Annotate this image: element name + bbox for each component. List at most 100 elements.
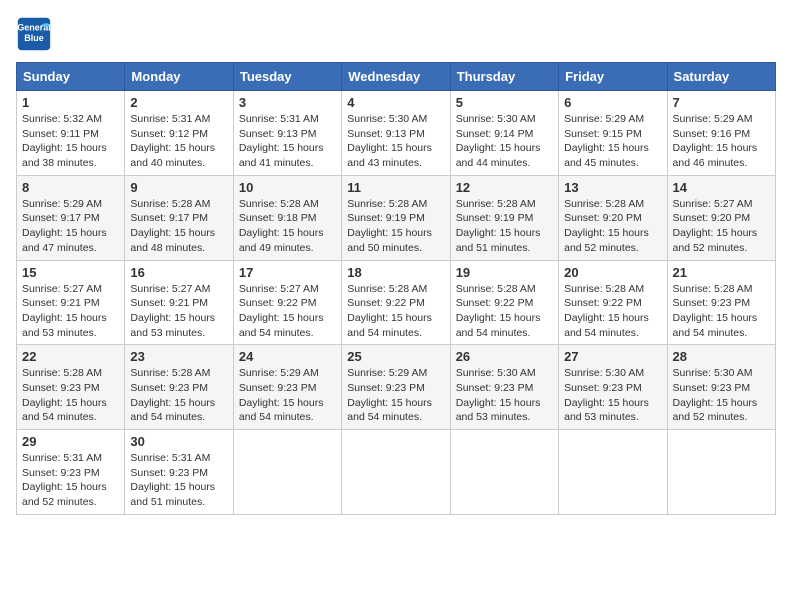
day-number: 1 <box>22 95 119 110</box>
weekday-header-sunday: Sunday <box>17 63 125 91</box>
calendar-cell: 1 Sunrise: 5:32 AM Sunset: 9:11 PM Dayli… <box>17 91 125 176</box>
day-info: Sunrise: 5:28 AM Sunset: 9:20 PM Dayligh… <box>564 197 661 256</box>
calendar-cell: 15 Sunrise: 5:27 AM Sunset: 9:21 PM Dayl… <box>17 260 125 345</box>
day-number: 9 <box>130 180 227 195</box>
day-info: Sunrise: 5:28 AM Sunset: 9:19 PM Dayligh… <box>347 197 444 256</box>
day-number: 28 <box>673 349 770 364</box>
calendar-cell: 14 Sunrise: 5:27 AM Sunset: 9:20 PM Dayl… <box>667 175 775 260</box>
day-info: Sunrise: 5:28 AM Sunset: 9:22 PM Dayligh… <box>347 282 444 341</box>
day-number: 22 <box>22 349 119 364</box>
calendar-cell: 26 Sunrise: 5:30 AM Sunset: 9:23 PM Dayl… <box>450 345 558 430</box>
week-row-5: 29 Sunrise: 5:31 AM Sunset: 9:23 PM Dayl… <box>17 430 776 515</box>
day-number: 25 <box>347 349 444 364</box>
day-info: Sunrise: 5:29 AM Sunset: 9:23 PM Dayligh… <box>239 366 336 425</box>
day-number: 16 <box>130 265 227 280</box>
weekday-header-monday: Monday <box>125 63 233 91</box>
calendar-cell: 9 Sunrise: 5:28 AM Sunset: 9:17 PM Dayli… <box>125 175 233 260</box>
day-info: Sunrise: 5:30 AM Sunset: 9:23 PM Dayligh… <box>456 366 553 425</box>
logo: General Blue <box>16 16 56 52</box>
day-number: 21 <box>673 265 770 280</box>
weekday-header-row: SundayMondayTuesdayWednesdayThursdayFrid… <box>17 63 776 91</box>
day-number: 6 <box>564 95 661 110</box>
day-number: 24 <box>239 349 336 364</box>
calendar-cell: 6 Sunrise: 5:29 AM Sunset: 9:15 PM Dayli… <box>559 91 667 176</box>
day-info: Sunrise: 5:31 AM Sunset: 9:23 PM Dayligh… <box>22 451 119 510</box>
day-number: 3 <box>239 95 336 110</box>
day-number: 30 <box>130 434 227 449</box>
day-number: 10 <box>239 180 336 195</box>
day-number: 11 <box>347 180 444 195</box>
calendar-cell: 21 Sunrise: 5:28 AM Sunset: 9:23 PM Dayl… <box>667 260 775 345</box>
day-number: 8 <box>22 180 119 195</box>
day-number: 12 <box>456 180 553 195</box>
weekday-header-saturday: Saturday <box>667 63 775 91</box>
weekday-header-tuesday: Tuesday <box>233 63 341 91</box>
day-info: Sunrise: 5:29 AM Sunset: 9:15 PM Dayligh… <box>564 112 661 171</box>
calendar-cell: 22 Sunrise: 5:28 AM Sunset: 9:23 PM Dayl… <box>17 345 125 430</box>
calendar-cell: 25 Sunrise: 5:29 AM Sunset: 9:23 PM Dayl… <box>342 345 450 430</box>
svg-text:Blue: Blue <box>24 33 44 43</box>
day-number: 19 <box>456 265 553 280</box>
day-number: 17 <box>239 265 336 280</box>
calendar-cell <box>667 430 775 515</box>
day-number: 18 <box>347 265 444 280</box>
day-info: Sunrise: 5:31 AM Sunset: 9:23 PM Dayligh… <box>130 451 227 510</box>
calendar-cell: 18 Sunrise: 5:28 AM Sunset: 9:22 PM Dayl… <box>342 260 450 345</box>
calendar-cell: 5 Sunrise: 5:30 AM Sunset: 9:14 PM Dayli… <box>450 91 558 176</box>
calendar-cell: 27 Sunrise: 5:30 AM Sunset: 9:23 PM Dayl… <box>559 345 667 430</box>
calendar-cell: 17 Sunrise: 5:27 AM Sunset: 9:22 PM Dayl… <box>233 260 341 345</box>
day-info: Sunrise: 5:27 AM Sunset: 9:20 PM Dayligh… <box>673 197 770 256</box>
logo-icon: General Blue <box>16 16 52 52</box>
calendar-cell <box>559 430 667 515</box>
calendar-cell: 19 Sunrise: 5:28 AM Sunset: 9:22 PM Dayl… <box>450 260 558 345</box>
weekday-header-friday: Friday <box>559 63 667 91</box>
calendar-cell: 30 Sunrise: 5:31 AM Sunset: 9:23 PM Dayl… <box>125 430 233 515</box>
day-number: 29 <box>22 434 119 449</box>
day-number: 14 <box>673 180 770 195</box>
calendar-cell: 7 Sunrise: 5:29 AM Sunset: 9:16 PM Dayli… <box>667 91 775 176</box>
calendar-cell: 4 Sunrise: 5:30 AM Sunset: 9:13 PM Dayli… <box>342 91 450 176</box>
calendar-cell: 10 Sunrise: 5:28 AM Sunset: 9:18 PM Dayl… <box>233 175 341 260</box>
day-number: 7 <box>673 95 770 110</box>
day-info: Sunrise: 5:31 AM Sunset: 9:12 PM Dayligh… <box>130 112 227 171</box>
day-info: Sunrise: 5:28 AM Sunset: 9:19 PM Dayligh… <box>456 197 553 256</box>
day-number: 23 <box>130 349 227 364</box>
day-number: 26 <box>456 349 553 364</box>
calendar-cell: 16 Sunrise: 5:27 AM Sunset: 9:21 PM Dayl… <box>125 260 233 345</box>
day-number: 5 <box>456 95 553 110</box>
week-row-1: 1 Sunrise: 5:32 AM Sunset: 9:11 PM Dayli… <box>17 91 776 176</box>
day-info: Sunrise: 5:28 AM Sunset: 9:22 PM Dayligh… <box>456 282 553 341</box>
week-row-4: 22 Sunrise: 5:28 AM Sunset: 9:23 PM Dayl… <box>17 345 776 430</box>
day-info: Sunrise: 5:30 AM Sunset: 9:14 PM Dayligh… <box>456 112 553 171</box>
day-info: Sunrise: 5:28 AM Sunset: 9:23 PM Dayligh… <box>130 366 227 425</box>
week-row-2: 8 Sunrise: 5:29 AM Sunset: 9:17 PM Dayli… <box>17 175 776 260</box>
day-info: Sunrise: 5:27 AM Sunset: 9:21 PM Dayligh… <box>130 282 227 341</box>
day-info: Sunrise: 5:27 AM Sunset: 9:21 PM Dayligh… <box>22 282 119 341</box>
day-info: Sunrise: 5:29 AM Sunset: 9:17 PM Dayligh… <box>22 197 119 256</box>
calendar-cell: 8 Sunrise: 5:29 AM Sunset: 9:17 PM Dayli… <box>17 175 125 260</box>
day-number: 27 <box>564 349 661 364</box>
week-row-3: 15 Sunrise: 5:27 AM Sunset: 9:21 PM Dayl… <box>17 260 776 345</box>
calendar-cell: 24 Sunrise: 5:29 AM Sunset: 9:23 PM Dayl… <box>233 345 341 430</box>
calendar-cell: 13 Sunrise: 5:28 AM Sunset: 9:20 PM Dayl… <box>559 175 667 260</box>
day-info: Sunrise: 5:27 AM Sunset: 9:22 PM Dayligh… <box>239 282 336 341</box>
calendar-table: SundayMondayTuesdayWednesdayThursdayFrid… <box>16 62 776 515</box>
day-number: 2 <box>130 95 227 110</box>
day-number: 15 <box>22 265 119 280</box>
header: General Blue <box>16 16 776 52</box>
calendar-cell <box>233 430 341 515</box>
day-number: 13 <box>564 180 661 195</box>
day-info: Sunrise: 5:30 AM Sunset: 9:23 PM Dayligh… <box>564 366 661 425</box>
day-info: Sunrise: 5:28 AM Sunset: 9:23 PM Dayligh… <box>22 366 119 425</box>
calendar-cell: 29 Sunrise: 5:31 AM Sunset: 9:23 PM Dayl… <box>17 430 125 515</box>
calendar-cell: 12 Sunrise: 5:28 AM Sunset: 9:19 PM Dayl… <box>450 175 558 260</box>
calendar-cell: 28 Sunrise: 5:30 AM Sunset: 9:23 PM Dayl… <box>667 345 775 430</box>
calendar-cell: 3 Sunrise: 5:31 AM Sunset: 9:13 PM Dayli… <box>233 91 341 176</box>
calendar-cell: 2 Sunrise: 5:31 AM Sunset: 9:12 PM Dayli… <box>125 91 233 176</box>
day-info: Sunrise: 5:28 AM Sunset: 9:18 PM Dayligh… <box>239 197 336 256</box>
calendar-cell: 20 Sunrise: 5:28 AM Sunset: 9:22 PM Dayl… <box>559 260 667 345</box>
calendar-cell: 23 Sunrise: 5:28 AM Sunset: 9:23 PM Dayl… <box>125 345 233 430</box>
day-info: Sunrise: 5:32 AM Sunset: 9:11 PM Dayligh… <box>22 112 119 171</box>
day-info: Sunrise: 5:30 AM Sunset: 9:13 PM Dayligh… <box>347 112 444 171</box>
calendar-cell: 11 Sunrise: 5:28 AM Sunset: 9:19 PM Dayl… <box>342 175 450 260</box>
